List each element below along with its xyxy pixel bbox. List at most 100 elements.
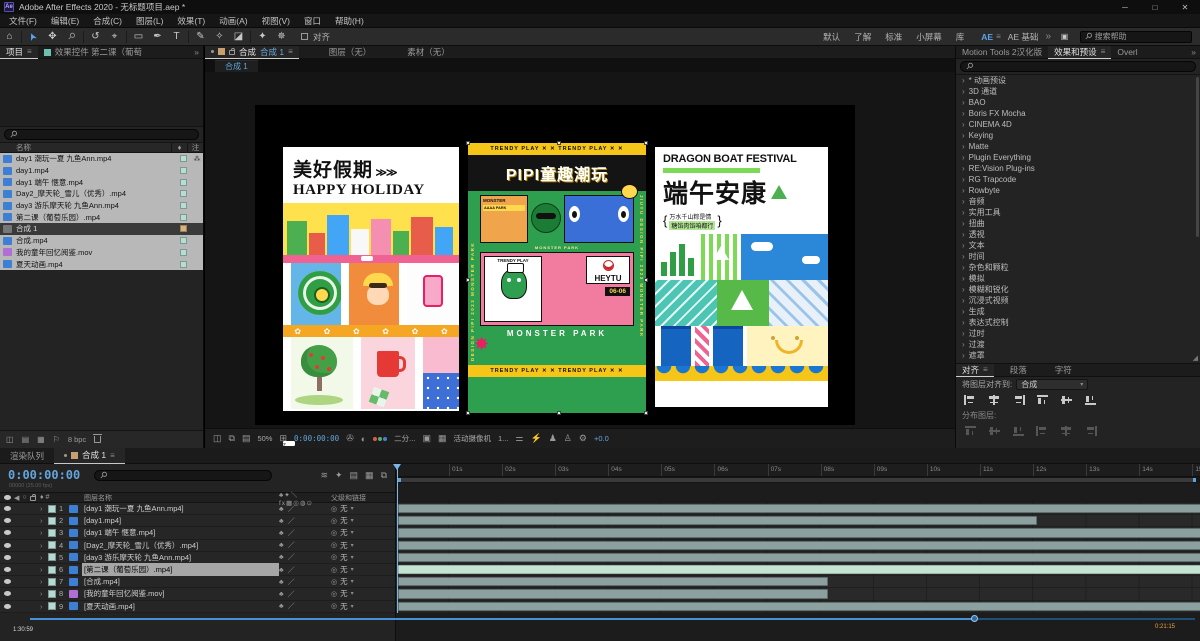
layer-switches[interactable]: ♣／ [279,552,331,562]
project-item-row[interactable]: 第二课（葡萄乐园）.mp4 [0,211,203,224]
selection-handle[interactable] [644,141,648,145]
project-item-row[interactable]: Day2_摩天轮_雪儿（优秀）.mp4 [0,188,203,200]
expand-arrow-icon[interactable]: › [962,274,965,283]
layer-duration-bar[interactable] [398,564,1200,575]
layer-name[interactable]: [夏天动画.mp4] [82,600,279,613]
distribute-bottom-button[interactable] [1012,426,1025,436]
comp-mini-flowchart-icon[interactable]: ≋ [320,470,328,481]
expand-arrow-icon[interactable]: › [40,541,48,550]
parent-link-dropdown[interactable]: ◎ 无 ▾ [331,540,395,551]
work-area-bar[interactable] [396,477,1200,483]
eye-icon[interactable] [4,542,11,548]
effect-category-row[interactable]: › 杂色和颗粒 [956,262,1200,273]
orbit-tool-icon[interactable]: ↺ [86,29,105,45]
expand-arrow-icon[interactable]: › [962,285,965,294]
distribute-right-button[interactable] [1084,426,1097,436]
screen-layout-icon[interactable]: ⧉ [229,433,235,444]
project-item-row[interactable]: 我的童年回忆阅鉴.mov [0,246,203,259]
expand-arrow-icon[interactable]: › [40,565,48,574]
resize-corner-icon[interactable]: ◢ [1193,354,1198,362]
help-search-input[interactable]: ⚲ 搜索帮助 [1080,30,1192,43]
panel-menu-icon[interactable]: ≡ [1101,47,1106,56]
layer-switches[interactable]: ♣／ [279,565,331,575]
align-top-button[interactable] [1036,395,1049,405]
effect-category-row[interactable]: › 模糊和锐化 [956,284,1200,295]
maximize-button[interactable]: □ [1140,3,1170,12]
label-color-chip[interactable] [48,516,56,525]
snap-checkbox[interactable] [301,33,308,40]
eye-icon[interactable] [4,554,11,560]
tab-footage-viewer[interactable]: 素材（无） [401,46,456,59]
workspace-tab[interactable]: 了解 [854,31,871,43]
menu-item[interactable]: 效果(T) [170,15,212,27]
expand-arrow-icon[interactable]: › [962,109,965,118]
expand-arrow-icon[interactable]: › [962,318,965,327]
timeline-bar-row[interactable] [396,503,1200,516]
magnification-dropdown[interactable]: 50%▾ [257,434,295,448]
pickwhip-icon[interactable]: ◎ [331,529,337,537]
effect-category-row[interactable]: › 时间 [956,251,1200,262]
selection-tool-icon[interactable]: ➤ [24,29,43,45]
layer-switches[interactable]: ♣／ [279,589,331,599]
pickwhip-icon[interactable]: ◎ [331,505,337,513]
effect-category-row[interactable]: › 过渡 [956,339,1200,350]
label-color-chip[interactable] [180,213,187,221]
expand-arrow-icon[interactable]: › [962,87,965,96]
eye-icon[interactable] [4,579,11,585]
composition-canvas[interactable]: 美好假期 ≫≫ HAPPY HOLIDAY ✿ ✿ ✿ ✿ ✿ ✿ TRENDY… [255,105,855,425]
expand-arrow-icon[interactable]: › [962,120,965,129]
effect-category-row[interactable]: › 过时 [956,328,1200,339]
project-item-row[interactable]: day1 潮玩一夏 九鱼Ann.mp4 [0,153,203,165]
expand-arrow-icon[interactable]: › [962,340,965,349]
roi-icon[interactable]: ▣ [422,433,431,444]
playhead[interactable] [393,464,401,613]
workspace-tab[interactable]: 默认 [823,31,840,43]
selection-handle[interactable] [557,141,561,145]
project-item-row[interactable]: 合成 1 [0,223,203,235]
eye-icon[interactable] [4,506,11,512]
layer-name[interactable]: [Day2_摩天轮_雪儿（优秀）.mp4] [82,539,279,552]
menu-item[interactable]: 帮助(H) [328,15,371,27]
menu-item[interactable]: 窗口 [297,15,328,27]
project-item-row[interactable]: day1.mp4 [0,164,203,177]
project-columns-header[interactable]: 名称 ♦ 注 [0,142,203,153]
menu-item[interactable]: 编辑(E) [44,15,86,27]
panel-menu-icon[interactable]: ≡ [110,451,115,460]
pickwhip-icon[interactable]: ◎ [331,541,337,549]
parent-link-dropdown[interactable]: ◎ 无 ▾ [331,552,395,563]
expand-arrow-icon[interactable]: › [962,164,965,173]
comp-name[interactable]: 合成 1 [260,46,284,58]
shy-icon[interactable]: ✦ [335,470,343,481]
expand-arrow-icon[interactable]: › [962,197,965,206]
workspace-ae-badge[interactable]: AE [981,32,993,42]
pixel-aspect-icon[interactable]: ⚌ [515,433,523,444]
label-color-chip[interactable] [48,504,56,513]
comment-column-header[interactable]: 注 [187,142,203,153]
parent-link-dropdown[interactable]: ◎ 无 ▾ [331,515,395,526]
workspace-overflow-icon[interactable]: » [1045,31,1055,42]
flowchart-icon[interactable]: ◫ [213,433,222,444]
minimize-button[interactable]: ─ [1110,3,1140,12]
graph-editor-icon[interactable]: ⧉ [381,470,387,481]
puppet-tool-icon[interactable]: ✦ [253,29,272,45]
panel-overflow-icon[interactable]: » [194,47,203,57]
zoom-tool-icon[interactable]: ⚲ [62,29,81,45]
show-snapshot-icon[interactable]: ◐ [361,434,366,444]
fast-previews-icon[interactable]: ⚡ [530,433,541,444]
label-color-chip[interactable] [180,260,187,268]
motion-blur-icon[interactable]: ▦ [365,470,374,481]
selection-handle[interactable] [644,411,648,415]
effect-category-row[interactable]: › * 动画预设 [956,75,1200,86]
distribute-horizontal-center-button[interactable] [1060,426,1073,436]
selection-handle[interactable] [644,278,648,282]
effect-category-row[interactable]: › 模拟 [956,273,1200,284]
pen-tool-icon[interactable]: ✒ [148,29,167,45]
expand-arrow-icon[interactable]: › [40,528,48,537]
expand-arrow-icon[interactable]: › [962,208,965,217]
expand-arrow-icon[interactable]: › [962,296,965,305]
label-color-chip[interactable] [180,190,187,198]
dual-view-icon[interactable]: ▤ [242,433,251,444]
type-tool-icon[interactable]: T [167,29,186,45]
expand-arrow-icon[interactable]: › [40,602,48,611]
home-icon[interactable]: ⌂ [0,29,19,45]
